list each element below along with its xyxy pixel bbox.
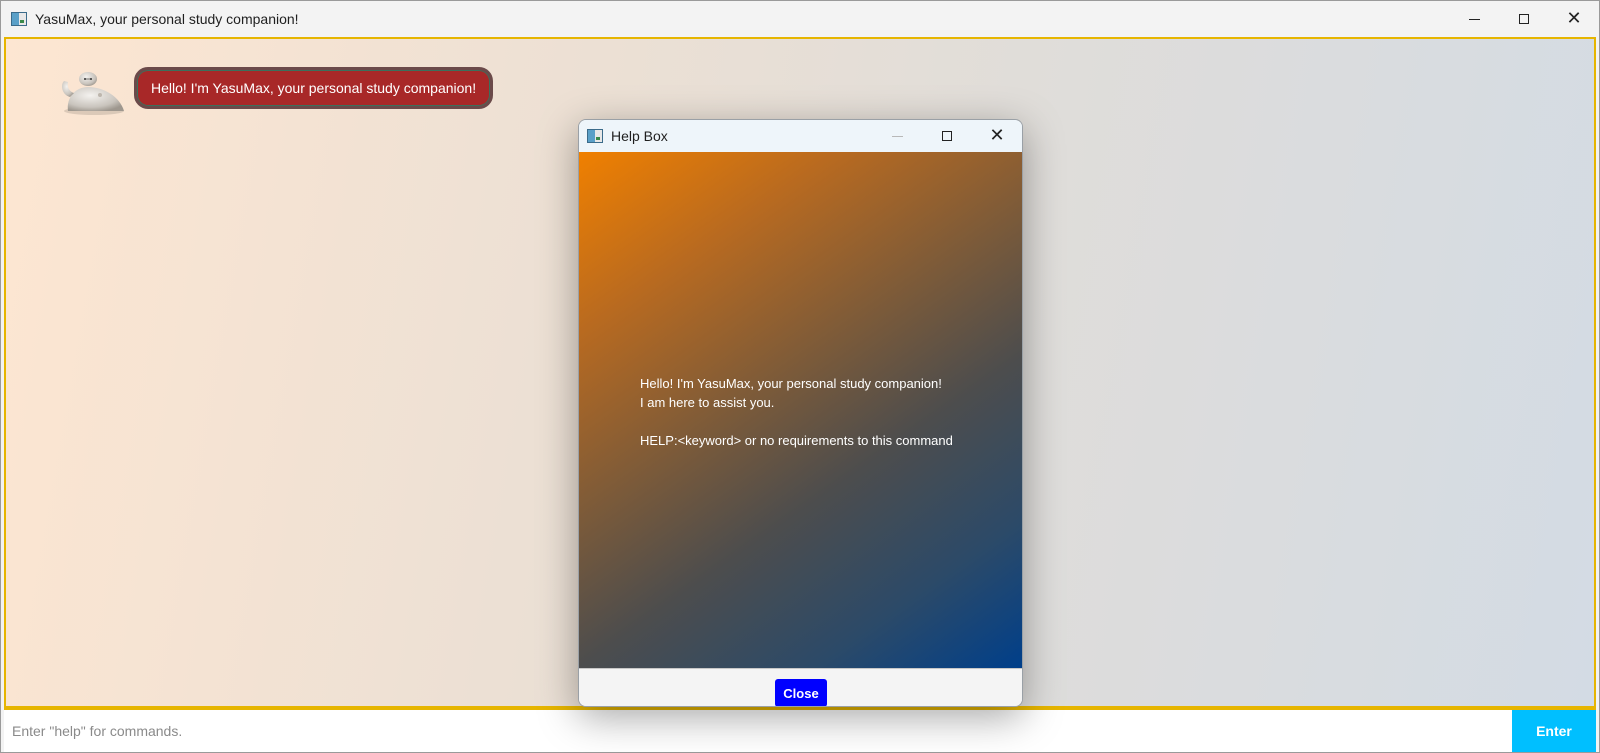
window-titlebar[interactable]: YasuMax, your personal study companion! … bbox=[1, 1, 1599, 37]
bot-message-text: Hello! I'm YasuMax, your personal study … bbox=[151, 80, 477, 96]
help-text: Hello! I'm YasuMax, your personal study … bbox=[640, 374, 1000, 450]
help-line: HELP:<keyword> or no requirements to thi… bbox=[640, 433, 953, 448]
help-line: Hello! I'm YasuMax, your personal study … bbox=[640, 376, 942, 391]
minimize-button[interactable] bbox=[1449, 1, 1499, 37]
maximize-button[interactable] bbox=[1499, 1, 1549, 37]
dialog-close-x-button[interactable]: ✕ bbox=[972, 120, 1022, 152]
minimize-icon bbox=[891, 135, 903, 137]
dialog-titlebar[interactable]: Help Box ✕ bbox=[579, 120, 1022, 152]
close-button[interactable]: Close bbox=[775, 679, 827, 706]
close-icon: ✕ bbox=[989, 125, 1005, 146]
enter-button[interactable]: Enter bbox=[1512, 710, 1596, 752]
input-bar: Enter bbox=[4, 708, 1596, 752]
app-window: YasuMax, your personal study companion! … bbox=[0, 0, 1600, 753]
dialog-maximize-button[interactable] bbox=[922, 120, 972, 152]
bot-avatar bbox=[62, 72, 124, 115]
dialog-content: Hello! I'm YasuMax, your personal study … bbox=[579, 152, 1022, 668]
dialog-title: Help Box bbox=[611, 128, 668, 144]
app-icon bbox=[11, 12, 27, 26]
help-dialog: Help Box ✕ Hello! I'm YasuMax, your pers… bbox=[578, 119, 1023, 707]
help-line-spacer bbox=[640, 412, 1000, 431]
window-controls: ✕ bbox=[1449, 1, 1599, 37]
dialog-controls: ✕ bbox=[872, 120, 1022, 152]
bot-message-bubble: Hello! I'm YasuMax, your personal study … bbox=[134, 67, 494, 109]
dialog-app-icon bbox=[587, 129, 603, 143]
window-title: YasuMax, your personal study companion! bbox=[35, 11, 299, 27]
minimize-icon bbox=[1468, 18, 1480, 20]
close-icon: ✕ bbox=[1566, 8, 1582, 29]
dialog-footer: Close bbox=[579, 668, 1022, 706]
maximize-icon bbox=[942, 131, 952, 141]
close-window-button[interactable]: ✕ bbox=[1549, 1, 1599, 37]
dialog-minimize-button bbox=[872, 120, 922, 152]
help-line: I am here to assist you. bbox=[640, 395, 775, 410]
maximize-icon bbox=[1519, 14, 1529, 24]
command-input[interactable] bbox=[4, 710, 1512, 752]
